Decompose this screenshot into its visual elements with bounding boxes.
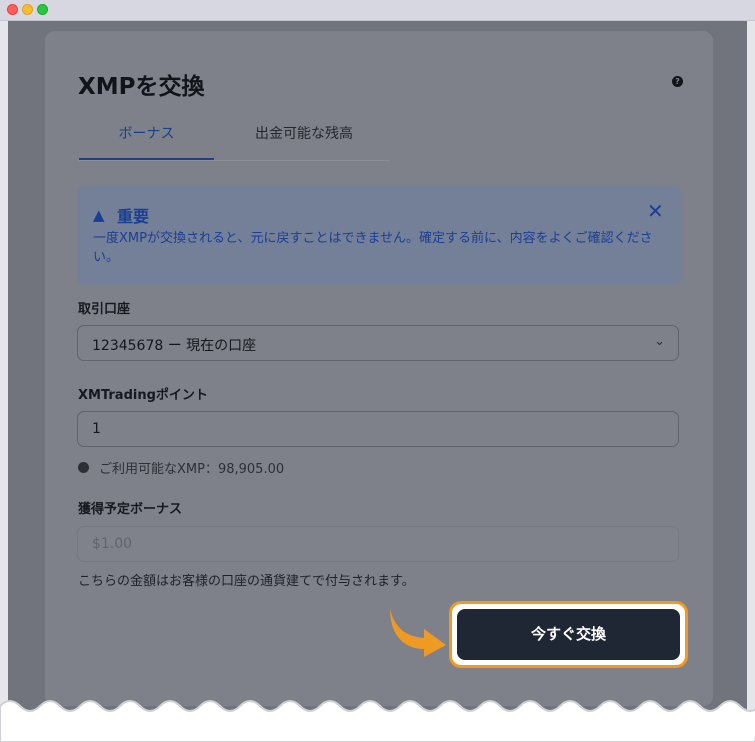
- tab-withdrawable-balance[interactable]: 出金可能な残高: [224, 114, 384, 158]
- dialog-title: XMPを交換: [78, 74, 205, 100]
- warning-triangle-icon: ▲: [93, 206, 105, 224]
- maximize-window-icon[interactable]: [37, 4, 48, 15]
- points-input[interactable]: 1: [77, 411, 679, 447]
- page-overlay: XMPを交換 ? ボーナス 出金可能な残高 ▲ 重要 ✕ 一度XMPが交換される…: [8, 21, 747, 742]
- bonus-label: 獲得予定ボーナス: [78, 502, 183, 517]
- question-circle-icon[interactable]: ?: [672, 76, 683, 87]
- account-select[interactable]: 12345678 ー 現在の口座 ⌄: [77, 325, 679, 361]
- chevron-down-icon: ⌄: [654, 334, 665, 349]
- exchange-now-button[interactable]: 今すぐ交換: [457, 609, 680, 660]
- torn-edge: [0, 700, 755, 742]
- alert-message: 一度XMPが交換されると、元に戻すことはできません。確定する前に、内容をよくご確…: [93, 231, 653, 265]
- app-window: XMPを交換 ? ボーナス 出金可能な残高 ▲ 重要 ✕ 一度XMPが交換される…: [0, 0, 755, 742]
- close-x-icon[interactable]: ✕: [647, 201, 664, 221]
- minimize-window-icon[interactable]: [22, 4, 33, 15]
- important-alert: ▲ 重要 ✕ 一度XMPが交換されると、元に戻すことはできません。確定する前に、…: [77, 185, 681, 285]
- account-label: 取引口座: [78, 302, 131, 317]
- bonus-placeholder: $1.00: [92, 536, 133, 552]
- tab-bonus[interactable]: ボーナス: [79, 114, 214, 160]
- submit-highlight: 今すぐ交換: [449, 601, 688, 668]
- points-label: XMTradingポイント: [78, 388, 208, 403]
- pointer-arrow-icon: [390, 609, 446, 657]
- points-input-value: 1: [92, 421, 101, 437]
- alert-title: 重要: [117, 207, 150, 226]
- account-select-value: 12345678 ー 現在の口座: [92, 338, 257, 354]
- close-window-icon[interactable]: [7, 4, 18, 15]
- tab-bar: ボーナス 出金可能な残高: [79, 114, 389, 161]
- coin-icon: [78, 462, 89, 473]
- currency-note: こちらの金額はお客様の口座の通貨建てで付与されます。: [78, 574, 415, 589]
- title-bar: [0, 0, 755, 21]
- bonus-field: $1.00: [77, 526, 679, 562]
- available-points: ご利用可能なXMP：98,905.00: [99, 462, 285, 477]
